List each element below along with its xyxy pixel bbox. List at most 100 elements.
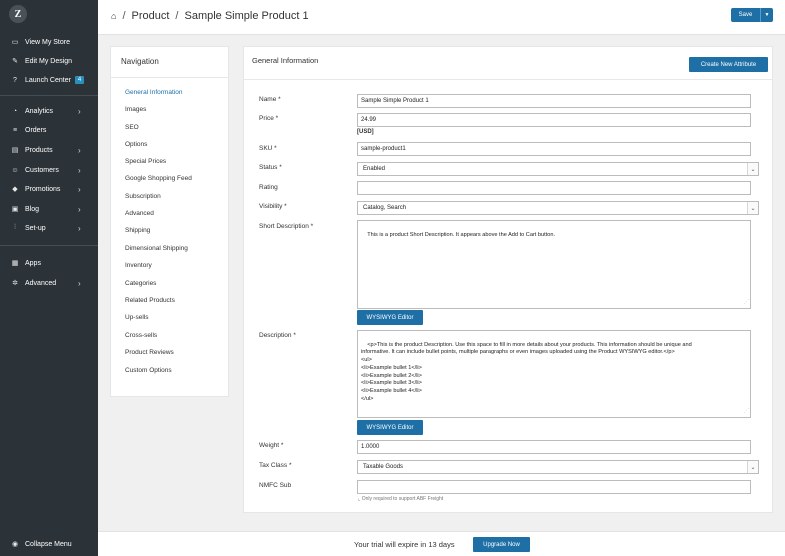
nav-link-categories[interactable]: Categories [125, 280, 156, 287]
status-label: Status * [259, 164, 282, 171]
collapse-menu-button[interactable]: ◉ Collapse Menu [0, 536, 98, 552]
apps-icon: ▦ [11, 260, 19, 267]
visibility-label: Visibility * [259, 203, 287, 210]
collapse-menu-label: Collapse Menu [25, 540, 72, 548]
sidebar-item-label: Orders [25, 126, 47, 134]
tax-class-select[interactable]: Taxable Goods ⌄ [357, 460, 759, 474]
nav-link-options[interactable]: Options [125, 141, 147, 148]
short-description-text: This is a product Short Description. It … [367, 231, 556, 238]
rating-label: Rating [259, 184, 278, 191]
sidebar-item-label: Edit My Design [25, 57, 73, 65]
monitor-icon: ▭ [11, 39, 19, 46]
sidebar: Z ▭ View My Store ✎ Edit My Design ? Lau… [0, 0, 98, 556]
sku-input[interactable]: sample-product1 [357, 142, 751, 156]
sidebar-item-label: Analytics [25, 107, 54, 115]
sidebar-item-blog[interactable]: ▣ Blog › [0, 201, 98, 217]
sidebar-item-analytics[interactable]: ◔ Analytics › [0, 103, 98, 119]
sidebar-item-orders[interactable]: ≡ Orders [0, 122, 98, 138]
sidebar-item-label: Products [25, 146, 53, 154]
sidebar-item-view-my-store[interactable]: ▭ View My Store [0, 34, 98, 50]
pencil-icon: ✎ [12, 58, 18, 65]
home-icon[interactable]: ⌂ [111, 11, 116, 21]
chevron-right-icon: › [78, 165, 81, 175]
trial-expiry-text: Your trial will expire in 13 days [354, 540, 455, 549]
sidebar-item-label: View My Store [25, 38, 70, 46]
nmfc-sub-note-text: Only required to support ABF Freight [361, 496, 444, 502]
sidebar-item-label: Apps [25, 259, 41, 267]
price-label: Price * [259, 115, 279, 122]
nav-link-images[interactable]: Images [125, 106, 146, 113]
rating-input[interactable] [357, 181, 751, 195]
sidebar-item-label: Blog [25, 205, 40, 213]
nav-link-product-reviews[interactable]: Product Reviews [125, 349, 174, 356]
sidebar-item-apps[interactable]: ▦ Apps [0, 255, 98, 271]
sidebar-item-set-up[interactable]: ⫶ Set-up › [0, 220, 98, 236]
nmfc-sub-label: NMFC Sub [259, 482, 292, 489]
sidebar-item-launch-center[interactable]: ? Launch Center 4 [0, 72, 98, 88]
price-currency: [USD] [357, 129, 374, 135]
blog-icon: ▣ [11, 206, 19, 213]
breadcrumb-product[interactable]: Product [132, 10, 170, 22]
question-circle-icon: ? [13, 76, 17, 84]
nav-link-general-information[interactable]: General Information [125, 89, 182, 96]
nav-link-special-prices[interactable]: Special Prices [125, 158, 166, 165]
sidebar-divider [0, 95, 98, 96]
create-new-attribute-button[interactable]: Create New Attribute [689, 57, 768, 72]
tax-class-label: Tax Class * [259, 462, 292, 469]
description-label: Description * [259, 332, 296, 339]
divider [111, 77, 228, 78]
save-dropdown-toggle[interactable]: ▼ [760, 8, 773, 22]
breadcrumb-current: Sample Simple Product 1 [184, 10, 309, 22]
nav-link-related-products[interactable]: Related Products [125, 297, 175, 304]
name-input[interactable]: Sample Simple Product 1 [357, 94, 751, 108]
nav-link-google-shopping-feed[interactable]: Google Shopping Feed [125, 175, 192, 182]
tax-class-select-value: Taxable Goods [363, 464, 404, 470]
weight-input[interactable]: 1.0000 [357, 440, 751, 454]
resize-grip-icon[interactable]: ⋰ [744, 299, 749, 307]
nmfc-sub-note: ⌞ Only required to support ABF Freight [358, 496, 443, 502]
nav-link-seo[interactable]: SEO [125, 124, 139, 131]
sidebar-item-advanced[interactable]: ✲ Advanced › [0, 275, 98, 291]
nav-link-cross-sells[interactable]: Cross-sells [125, 332, 157, 339]
divider [244, 79, 772, 80]
sidebar-item-customers[interactable]: ☺ Customers › [0, 162, 98, 178]
nav-link-up-sells[interactable]: Up-sells [125, 314, 148, 321]
sidebar-item-label: Promotions [25, 185, 61, 193]
description-textarea[interactable]: <p>This is the product Description. Use … [357, 330, 751, 418]
nav-link-dimensional-shipping[interactable]: Dimensional Shipping [125, 245, 188, 252]
sidebar-item-label: Advanced [25, 279, 57, 287]
nmfc-sub-input[interactable] [357, 480, 751, 494]
nav-link-advanced[interactable]: Advanced [125, 210, 154, 217]
short-description-wysiwyg-button[interactable]: WYSIWYG Editor [357, 310, 423, 325]
nav-link-custom-options[interactable]: Custom Options [125, 367, 172, 374]
chevron-right-icon: › [78, 223, 81, 233]
nav-link-inventory[interactable]: Inventory [125, 262, 152, 269]
sidebar-item-edit-my-design[interactable]: ✎ Edit My Design [0, 53, 98, 69]
upgrade-now-button[interactable]: Upgrade Now [473, 537, 530, 552]
resize-grip-icon[interactable]: ⋰ [744, 408, 749, 416]
status-select[interactable]: Enabled ⌄ [357, 162, 759, 176]
navigation-title: Navigation [121, 57, 159, 66]
status-select-value: Enabled [363, 166, 386, 172]
users-icon: ☺ [11, 166, 19, 174]
visibility-select[interactable]: Catalog, Search ⌄ [357, 201, 759, 215]
nav-link-shipping[interactable]: Shipping [125, 227, 150, 234]
breadcrumb: ⌂ / Product / Sample Simple Product 1 [111, 10, 309, 22]
short-description-textarea[interactable]: This is a product Short Description. It … [357, 220, 751, 309]
sidebar-divider [0, 245, 98, 246]
description-wysiwyg-button[interactable]: WYSIWYG Editor [357, 420, 423, 435]
name-label: Name * [259, 96, 281, 103]
sidebar-item-label: Set-up [25, 224, 46, 232]
save-button-group: Save ▼ [731, 8, 773, 22]
save-button[interactable]: Save [731, 8, 760, 22]
chevron-right-icon: › [78, 145, 81, 155]
visibility-select-value: Catalog, Search [363, 205, 407, 211]
nav-link-subscription[interactable]: Subscription [125, 193, 161, 200]
price-input[interactable]: 24.99 [357, 113, 751, 127]
launch-center-badge: 4 [74, 76, 85, 84]
trial-bar: Your trial will expire in 13 days Upgrad… [98, 531, 785, 556]
sidebar-item-promotions[interactable]: ◆ Promotions › [0, 181, 98, 197]
sidebar-item-products[interactable]: ▤ Products › [0, 142, 98, 158]
logo[interactable]: Z [9, 5, 27, 23]
chevron-right-icon: › [78, 184, 81, 194]
